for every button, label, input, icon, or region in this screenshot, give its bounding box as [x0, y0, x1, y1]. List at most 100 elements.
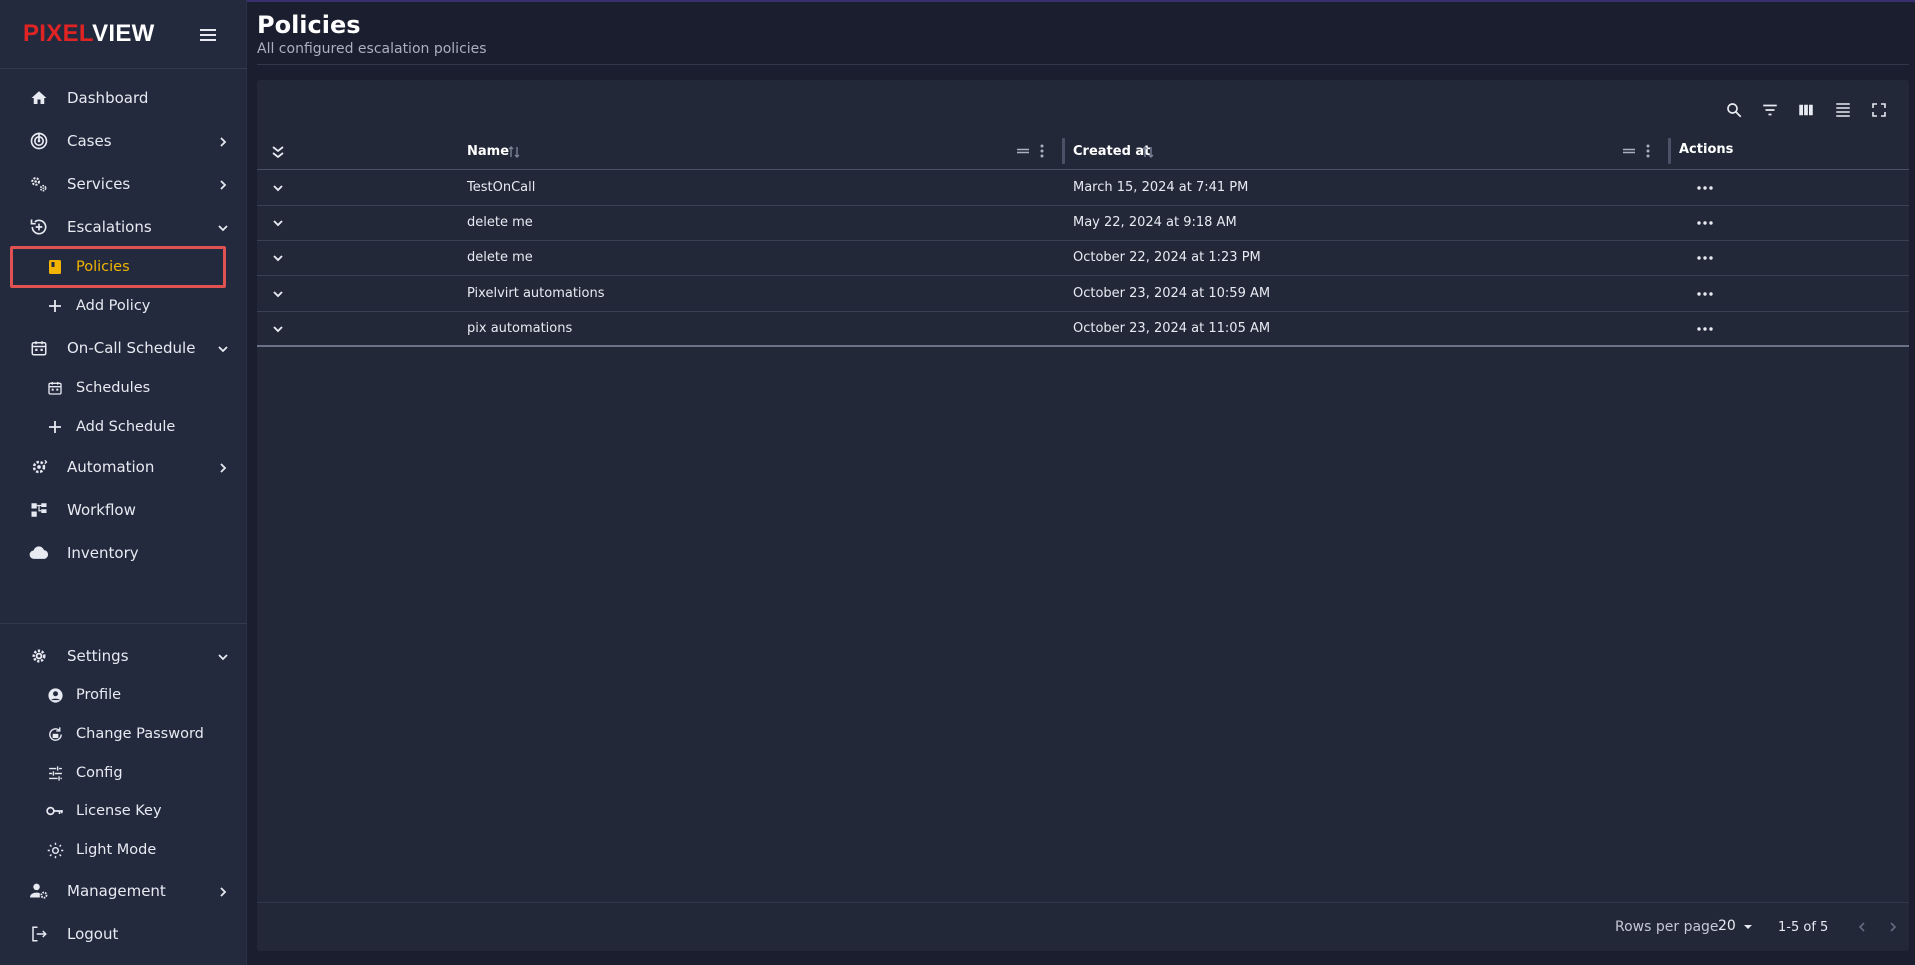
sidebar-item-label: Automation — [67, 458, 155, 476]
expand-row-icon[interactable] — [269, 249, 287, 267]
sidebar-item-label: Inventory — [67, 544, 139, 562]
sidebar-item-policies[interactable]: Policies — [0, 249, 247, 285]
chevron-right-icon — [1890, 922, 1897, 932]
sidebar-item-add-schedule[interactable]: Add Schedule — [0, 409, 247, 445]
caret-down-icon[interactable] — [1741, 919, 1755, 933]
sidebar-item-label: Add Policy — [76, 298, 151, 314]
sidebar-item-settings[interactable]: Settings — [0, 636, 247, 676]
table-row[interactable]: delete me October 22, 2024 at 1:23 PM — [257, 241, 1909, 276]
sidebar-item-label: Profile — [76, 687, 122, 703]
more-actions-icon[interactable] — [1694, 248, 1716, 268]
sidebar-item-label: Escalations — [67, 218, 152, 236]
pagination-range: 1-5 of 5 — [1778, 920, 1829, 935]
table-row[interactable]: Pixelvirt automations October 23, 2024 a… — [257, 277, 1909, 312]
expand-row-icon[interactable] — [269, 214, 287, 232]
drag-handle-icon[interactable] — [1621, 144, 1637, 158]
sort-icon[interactable] — [507, 144, 521, 160]
more-actions-icon[interactable] — [1694, 284, 1716, 304]
sidebar-item-dashboard[interactable]: Dashboard — [0, 78, 247, 118]
rows-per-page-label: Rows per page — [1615, 919, 1719, 935]
calendar-icon — [46, 379, 64, 397]
sidebar-item-on-call-schedule[interactable]: On-Call Schedule — [0, 328, 247, 368]
table-row[interactable]: pix automations October 23, 2024 at 11:0… — [257, 312, 1909, 347]
cell-name: delete me — [467, 215, 533, 230]
plus-icon — [46, 297, 64, 315]
sidebar-item-light-mode[interactable]: Light Mode — [0, 832, 247, 868]
cell-name: TestOnCall — [467, 180, 536, 195]
sidebar-item-workflow[interactable]: Workflow — [0, 490, 247, 530]
search-icon — [1727, 103, 1742, 118]
sidebar-item-label: Settings — [67, 647, 129, 665]
column-resize-handle[interactable] — [1062, 138, 1065, 164]
density-icon — [1836, 103, 1850, 117]
table-row[interactable]: TestOnCall March 15, 2024 at 7:41 PM — [257, 171, 1909, 206]
gear-icon — [29, 646, 49, 666]
expand-row-icon[interactable] — [269, 285, 287, 303]
fullscreen-button[interactable] — [1865, 96, 1893, 124]
sidebar-item-cases[interactable]: Cases — [0, 121, 247, 161]
gears-icon — [29, 174, 49, 194]
tune-icon — [46, 764, 64, 782]
cell-created-at: March 15, 2024 at 7:41 PM — [1073, 180, 1249, 195]
sort-icon[interactable] — [1141, 144, 1155, 160]
sidebar-item-label: On-Call Schedule — [67, 339, 196, 357]
next-page-button[interactable] — [1883, 917, 1903, 937]
search-button[interactable] — [1720, 96, 1748, 124]
table-row[interactable]: delete me May 22, 2024 at 9:18 AM — [257, 206, 1909, 241]
sidebar-item-config[interactable]: Config — [0, 755, 247, 791]
sidebar-item-label: Services — [67, 175, 131, 193]
chevron-right-icon — [216, 884, 230, 898]
sidebar-item-automation[interactable]: Automation — [0, 447, 247, 487]
more-actions-icon[interactable] — [1694, 178, 1716, 198]
more-actions-icon[interactable] — [1694, 319, 1716, 339]
sidebar-item-label: Dashboard — [67, 89, 149, 107]
filter-button[interactable] — [1756, 96, 1784, 124]
sidebar-item-change-password[interactable]: Change Password — [0, 716, 247, 752]
cell-name: pix automations — [467, 321, 573, 336]
sidebar-item-license-key[interactable]: License Key — [0, 793, 247, 829]
rows-per-page-select[interactable]: 20 — [1718, 918, 1736, 934]
sidebar-item-label: Change Password — [76, 726, 204, 742]
page-title: Policies — [257, 11, 361, 39]
cloud-icon — [29, 543, 49, 563]
sidebar-item-escalations[interactable]: Escalations — [0, 207, 247, 247]
sidebar-item-services[interactable]: Services — [0, 164, 247, 204]
drag-handle-icon[interactable] — [1015, 144, 1031, 158]
column-header-created-at[interactable]: Created at — [1073, 144, 1150, 159]
expand-all-icon[interactable] — [269, 143, 287, 161]
page-subtitle: All configured escalation policies — [257, 41, 487, 57]
plus-icon — [46, 418, 64, 436]
sidebar-item-schedules[interactable]: Schedules — [0, 370, 247, 406]
expand-row-icon[interactable] — [269, 179, 287, 197]
column-menu-icon[interactable] — [1643, 143, 1653, 159]
chevron-down-icon — [216, 649, 230, 663]
sidebar-item-inventory[interactable]: Inventory — [0, 533, 247, 573]
lock-reset-icon — [46, 725, 64, 743]
brand-part-2: VIEW — [92, 20, 155, 47]
cell-created-at: October 22, 2024 at 1:23 PM — [1073, 250, 1261, 265]
column-resize-handle[interactable] — [1668, 138, 1671, 164]
account-circle-icon — [46, 686, 64, 704]
sidebar-item-label: Add Schedule — [76, 419, 176, 435]
view-column-icon — [1799, 104, 1813, 116]
expand-row-icon[interactable] — [269, 320, 287, 338]
more-actions-icon[interactable] — [1694, 213, 1716, 233]
density-button[interactable] — [1829, 96, 1857, 124]
column-menu-icon[interactable] — [1037, 143, 1047, 159]
escalation-icon — [29, 217, 49, 237]
sidebar-item-profile[interactable]: Profile — [0, 677, 247, 713]
menu-toggle-icon[interactable] — [198, 26, 218, 44]
cell-created-at: May 22, 2024 at 9:18 AM — [1073, 215, 1237, 230]
previous-page-button[interactable] — [1852, 917, 1872, 937]
sidebar-item-management[interactable]: Management — [0, 871, 247, 911]
sidebar-item-add-policy[interactable]: Add Policy — [0, 288, 247, 324]
chevron-down-icon — [216, 220, 230, 234]
column-header-name[interactable]: Name — [467, 144, 509, 159]
chevron-left-icon — [1858, 922, 1865, 932]
workflow-icon — [29, 500, 49, 520]
sidebar-item-logout[interactable]: Logout — [0, 914, 247, 954]
columns-button[interactable] — [1792, 96, 1820, 124]
cell-created-at: October 23, 2024 at 10:59 AM — [1073, 286, 1271, 301]
sidebar-item-label: Management — [67, 882, 166, 900]
brand-logo[interactable]: PIXELVIEW — [23, 20, 155, 50]
